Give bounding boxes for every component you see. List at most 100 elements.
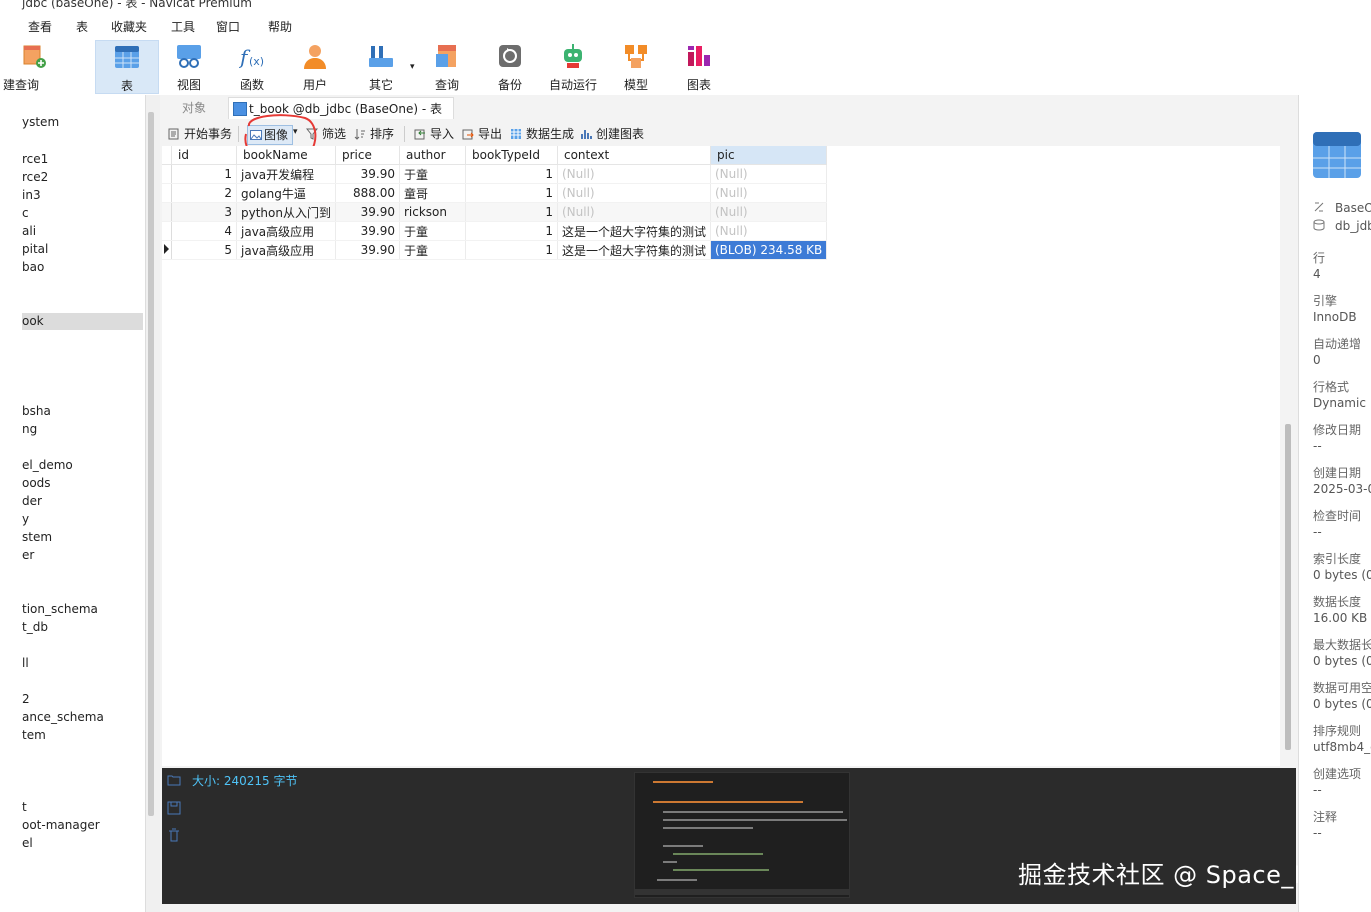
function-button[interactable]: f (x) 函数	[221, 40, 283, 92]
cell-bookname[interactable]: golang牛逼	[236, 183, 336, 203]
cell-author[interactable]: 于童	[399, 164, 466, 184]
table-row[interactable]: 4 java高级应用 39.90 于童 1 这是一个超大字符集的测试 (Null…	[162, 221, 828, 241]
cell-context[interactable]: (Null)	[557, 202, 712, 222]
row-marker[interactable]	[162, 202, 172, 222]
cell-context[interactable]: (Null)	[557, 183, 712, 203]
column-header-booktypeid[interactable]: bookTypeId	[465, 146, 558, 165]
tree-scrollbar-thumb[interactable]	[148, 112, 154, 816]
sort-button[interactable]: 排序	[354, 125, 394, 143]
tree-item[interactable]: c	[22, 206, 29, 220]
menu-help[interactable]: 帮助	[268, 18, 292, 35]
table-row[interactable]: 1 java开发编程 39.90 于童 1 (Null) (Null)	[162, 164, 828, 184]
cell-booktypeid[interactable]: 1	[465, 164, 558, 184]
tree-item[interactable]: oods	[22, 476, 51, 490]
cell-booktypeid[interactable]: 1	[465, 221, 558, 241]
cell-pic[interactable]: (Null)	[710, 183, 828, 203]
begin-transaction-button[interactable]: 开始事务	[168, 125, 232, 143]
table-row[interactable]: 3 python从入门到 39.90 rickson 1 (Null) (Nul…	[162, 202, 828, 222]
tools-button[interactable]: 其它	[350, 40, 412, 92]
tree-item[interactable]: t_db	[22, 620, 48, 634]
tree-item[interactable]: rce1	[22, 152, 48, 166]
menu-favorites[interactable]: 收藏夹	[111, 18, 147, 35]
tree-item[interactable]: tion_schema	[22, 602, 98, 616]
view-button[interactable]: 视图	[158, 40, 220, 92]
tree-item[interactable]: ll	[22, 656, 29, 670]
cell-author[interactable]: 童哥	[399, 183, 466, 203]
cell-pic[interactable]: (Null)	[710, 202, 828, 222]
tools-dropdown-icon[interactable]: ▾	[410, 62, 415, 72]
cell-booktypeid[interactable]: 1	[465, 202, 558, 222]
open-folder-icon[interactable]	[167, 774, 181, 786]
tree-item[interactable]: y	[22, 512, 29, 526]
tree-item[interactable]: bsha	[22, 404, 51, 418]
cell-pic-selected[interactable]: (BLOB) 234.58 KB	[710, 240, 828, 260]
tree-item-selected[interactable]: ook	[22, 313, 143, 330]
tree-item[interactable]: er	[22, 548, 34, 562]
backup-button[interactable]: 备份	[479, 40, 541, 92]
column-header-author[interactable]: author	[399, 146, 466, 165]
import-button[interactable]: 导入	[414, 125, 454, 143]
cell-price[interactable]: 39.90	[335, 164, 400, 184]
cell-author[interactable]: 于童	[399, 240, 466, 260]
cell-pic[interactable]: (Null)	[710, 164, 828, 184]
tree-item[interactable]: ance_schema	[22, 710, 104, 724]
column-header-bookname[interactable]: bookName	[236, 146, 336, 165]
column-header-context[interactable]: context	[557, 146, 712, 165]
tree-item[interactable]: ali	[22, 224, 36, 238]
menu-tools[interactable]: 工具	[171, 18, 195, 35]
tree-item[interactable]: el_demo	[22, 458, 73, 472]
row-marker[interactable]	[162, 221, 172, 241]
chart-button[interactable]: 图表	[668, 40, 730, 92]
cell-id[interactable]: 2	[171, 183, 237, 203]
cell-id[interactable]: 4	[171, 221, 237, 241]
model-button[interactable]: 模型	[605, 40, 667, 92]
row-marker[interactable]	[162, 183, 172, 203]
tree-item[interactable]: bao	[22, 260, 44, 274]
cell-context[interactable]: 这是一个超大字符集的测试	[557, 240, 712, 260]
menu-view[interactable]: 查看	[28, 18, 52, 35]
export-button[interactable]: 导出	[462, 125, 502, 143]
table-row-current[interactable]: 5 java高级应用 39.90 于童 1 这是一个超大字符集的测试 (BLOB…	[162, 240, 828, 260]
create-chart-button[interactable]: 创建图表	[580, 125, 644, 143]
cell-author[interactable]: rickson	[399, 202, 466, 222]
column-header-pic[interactable]: pic	[710, 146, 828, 165]
row-marker[interactable]	[162, 164, 172, 184]
delete-icon[interactable]	[167, 828, 181, 842]
save-icon[interactable]	[167, 801, 181, 815]
tree-item[interactable]: tem	[22, 728, 46, 742]
tree-item[interactable]: pital	[22, 242, 48, 256]
tree-item[interactable]: t	[22, 800, 27, 814]
menu-table[interactable]: 表	[76, 18, 88, 35]
cell-booktypeid[interactable]: 1	[465, 183, 558, 203]
table-button[interactable]: 表	[95, 40, 159, 94]
cell-author[interactable]: 于童	[399, 221, 466, 241]
tree-item[interactable]: el	[22, 836, 33, 850]
cell-booktypeid[interactable]: 1	[465, 240, 558, 260]
tab-objects[interactable]: 对象	[164, 97, 224, 119]
new-query-button[interactable]: 建查询	[0, 40, 60, 92]
cell-id[interactable]: 5	[171, 240, 237, 260]
tree-item[interactable]: oot-manager	[22, 818, 100, 832]
cell-bookname[interactable]: java高级应用	[236, 221, 336, 241]
tree-item[interactable]: der	[22, 494, 42, 508]
tree-item[interactable]: in3	[22, 188, 41, 202]
auto-run-button[interactable]: 自动运行	[542, 40, 604, 92]
tree-item[interactable]: rce2	[22, 170, 48, 184]
cell-context[interactable]: 这是一个超大字符集的测试	[557, 221, 712, 241]
tree-item[interactable]: 2	[22, 692, 30, 706]
row-marker-current[interactable]	[162, 240, 172, 260]
cell-id[interactable]: 3	[171, 202, 237, 222]
table-row[interactable]: 2 golang牛逼 888.00 童哥 1 (Null) (Null)	[162, 183, 828, 203]
column-header-id[interactable]: id	[171, 146, 237, 165]
cell-bookname[interactable]: java高级应用	[236, 240, 336, 260]
tree-item[interactable]: ystem	[22, 115, 59, 129]
cell-price[interactable]: 39.90	[335, 202, 400, 222]
menu-window[interactable]: 窗口	[216, 18, 240, 35]
cell-price[interactable]: 39.90	[335, 221, 400, 241]
cell-price[interactable]: 888.00	[335, 183, 400, 203]
query-button[interactable]: 查询	[416, 40, 478, 92]
cell-id[interactable]: 1	[171, 164, 237, 184]
data-generation-button[interactable]: 数据生成	[510, 125, 574, 143]
cell-context[interactable]: (Null)	[557, 164, 712, 184]
tree-item[interactable]: ng	[22, 422, 37, 436]
